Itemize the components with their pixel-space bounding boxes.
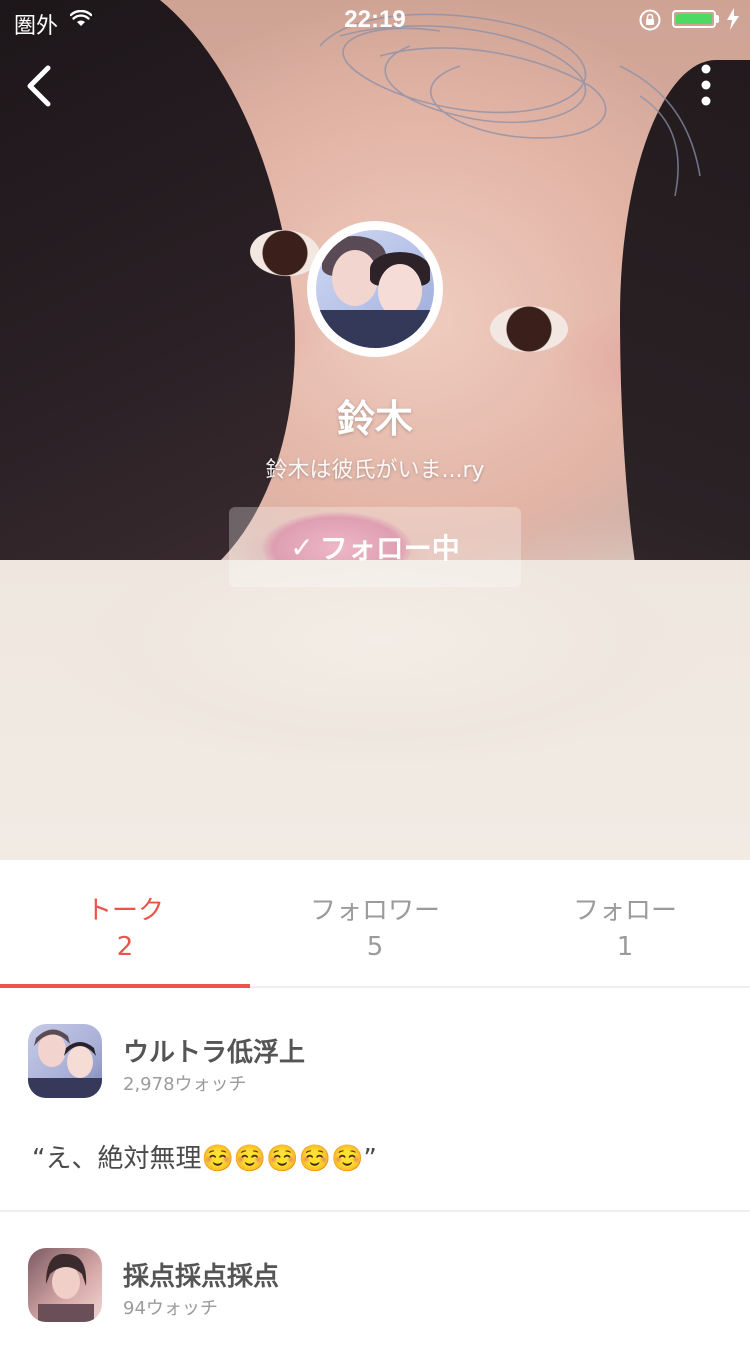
tab-followers[interactable]: フォロワー 5 — [250, 860, 500, 988]
list-item[interactable]: 採点採点採点 94ウォッチ — [0, 1212, 750, 1352]
post-thumbnail — [28, 1024, 102, 1098]
post-title: 採点採点採点 — [123, 1262, 280, 1292]
tab-followers-label: フォロワー — [309, 896, 440, 926]
charging-bolt-icon — [727, 8, 739, 30]
profile-name: 鈴木 — [336, 397, 413, 441]
talk-list: ウルトラ低浮上 2,978ウォッチ “え、絶対無理☺️☺️☺️☺️☺️” 採点採… — [0, 988, 750, 1352]
list-item[interactable]: ウルトラ低浮上 2,978ウォッチ “え、絶対無理☺️☺️☺️☺️☺️” — [0, 988, 750, 1212]
profile-tabs: トーク 2 フォロワー 5 フォロー 1 — [0, 860, 750, 988]
post-watch-count: 94ウォッチ — [123, 1298, 218, 1319]
more-vertical-icon — [701, 64, 711, 106]
profile-avatar[interactable] — [307, 221, 443, 357]
following-button-label: フォロー中 — [319, 532, 460, 565]
back-button[interactable] — [18, 58, 68, 114]
battery-icon — [672, 10, 716, 28]
tab-talk-label: トーク — [85, 896, 164, 926]
tab-talk[interactable]: トーク 2 — [0, 860, 250, 988]
status-bar: 圏外 22:19 — [0, 0, 750, 40]
cover-photo-blanket — [0, 560, 750, 860]
profile-avatar-image — [316, 230, 434, 348]
chevron-left-icon — [27, 65, 51, 107]
more-options-button[interactable] — [688, 60, 724, 110]
tab-followers-count: 5 — [366, 932, 384, 962]
tab-following[interactable]: フォロー 1 — [500, 860, 750, 988]
tab-following-count: 1 — [616, 932, 634, 962]
rotation-lock-icon — [639, 9, 661, 31]
post-title: ウルトラ低浮上 — [123, 1038, 306, 1068]
battery-nub — [716, 15, 719, 23]
tab-following-label: フォロー — [572, 896, 677, 926]
post-body: “え、絶対無理☺️☺️☺️☺️☺️” — [32, 1144, 377, 1174]
following-button[interactable]: ✓ フォロー中 — [229, 507, 521, 587]
tab-talk-count: 2 — [116, 932, 134, 962]
profile-bio: 鈴木は彼氏がいま...ry — [265, 458, 485, 483]
checkmark-icon: ✓ — [290, 530, 314, 564]
post-watch-count: 2,978ウォッチ — [123, 1074, 247, 1095]
post-thumbnail — [28, 1248, 102, 1322]
cover-photo-eye-right — [490, 306, 568, 352]
